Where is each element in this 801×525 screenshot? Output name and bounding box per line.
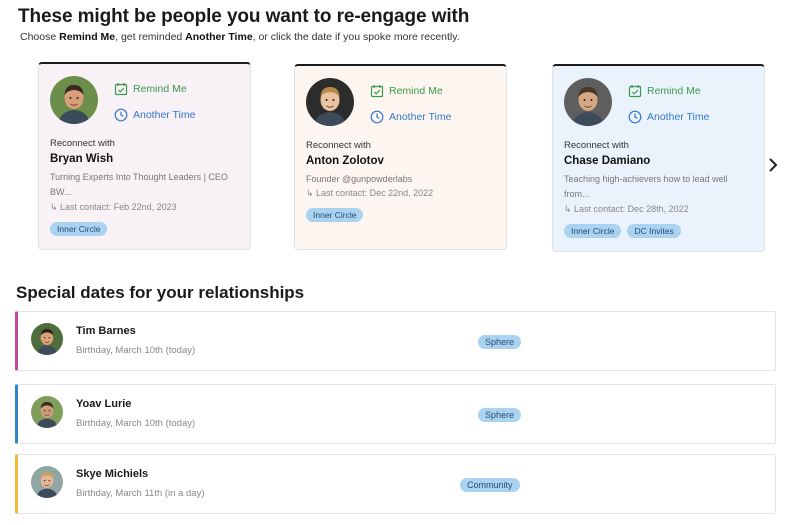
tag-badge[interactable]: Sphere [478,335,522,349]
avatar[interactable] [564,78,612,126]
tag-badge[interactable]: Community [460,478,520,492]
special-date-text: Birthday, March 10th (today) [76,418,196,429]
avatar[interactable] [306,78,354,126]
contact-description: Founder @gunpowderlabs [306,174,413,184]
reengage-card: Remind Me Another Time Reconnect with Br… [38,62,251,250]
reconnect-label: Reconnect with [564,140,629,151]
contact-description: Teaching high-achievers how to lead well… [564,174,728,199]
contact-name[interactable]: Skye Michiels [76,468,148,480]
tag-badge[interactable]: Inner Circle [564,224,622,238]
avatar[interactable] [31,323,63,355]
contact-description: Turning Experts Into Thought Leaders | C… [50,172,228,197]
calendar-check-icon [370,85,384,98]
last-contact-date[interactable]: ↳ Last contact: Dec 28th, 2022 [564,204,689,215]
contact-name[interactable]: Tim Barnes [76,325,136,337]
contact-name[interactable]: Bryan Wish [50,153,113,165]
tag-badge[interactable]: Sphere [478,408,522,422]
section-title: Special dates for your relationships [16,283,305,302]
reengage-card: Remind Me Another Time Reconnect with An… [294,64,507,250]
special-date-row[interactable]: Yoav Lurie Birthday, March 10th (today) … [15,384,776,444]
avatar[interactable] [50,76,98,124]
page-subtitle: Choose Remind Me, get reminded Another T… [20,31,460,43]
reply-arrow-icon: ↳ [306,188,317,198]
calendar-check-icon [114,83,128,96]
reply-arrow-icon: ↳ [50,202,61,212]
special-date-text: Birthday, March 11th (in a day) [76,488,205,499]
clock-icon [114,108,128,122]
chevron-right-icon[interactable] [766,156,780,174]
reply-arrow-icon: ↳ [564,204,575,214]
reengage-card: Remind Me Another Time Reconnect with Ch… [552,64,765,252]
another-time-button[interactable]: Another Time [370,110,451,124]
avatar[interactable] [31,466,63,498]
page-title: These might be people you want to re-eng… [18,6,470,27]
remind-me-button[interactable]: Remind Me [370,84,443,98]
special-date-row[interactable]: Skye Michiels Birthday, March 11th (in a… [15,454,776,514]
another-time-button[interactable]: Another Time [114,108,195,122]
remind-me-button[interactable]: Remind Me [114,82,187,96]
contact-name[interactable]: Anton Zolotov [306,155,384,167]
special-date-text: Birthday, March 10th (today) [76,345,196,356]
avatar[interactable] [31,396,63,428]
contact-name[interactable]: Yoav Lurie [76,398,131,410]
clock-icon [370,110,384,124]
clock-icon [628,110,642,124]
remind-me-button[interactable]: Remind Me [628,84,701,98]
another-time-button[interactable]: Another Time [628,110,709,124]
last-contact-date[interactable]: ↳ Last contact: Dec 22nd, 2022 [306,188,433,199]
last-contact-date[interactable]: ↳ Last contact: Feb 22nd, 2023 [50,202,177,213]
reconnect-label: Reconnect with [50,138,115,149]
reconnect-label: Reconnect with [306,140,371,151]
tag-badge[interactable]: DC Invites [627,224,681,238]
special-date-row[interactable]: Tim Barnes Birthday, March 10th (today) … [15,311,776,371]
calendar-check-icon [628,85,642,98]
contact-name[interactable]: Chase Damiano [564,155,650,167]
tag-badge[interactable]: Inner Circle [306,208,364,222]
tag-badge[interactable]: Inner Circle [50,222,108,236]
